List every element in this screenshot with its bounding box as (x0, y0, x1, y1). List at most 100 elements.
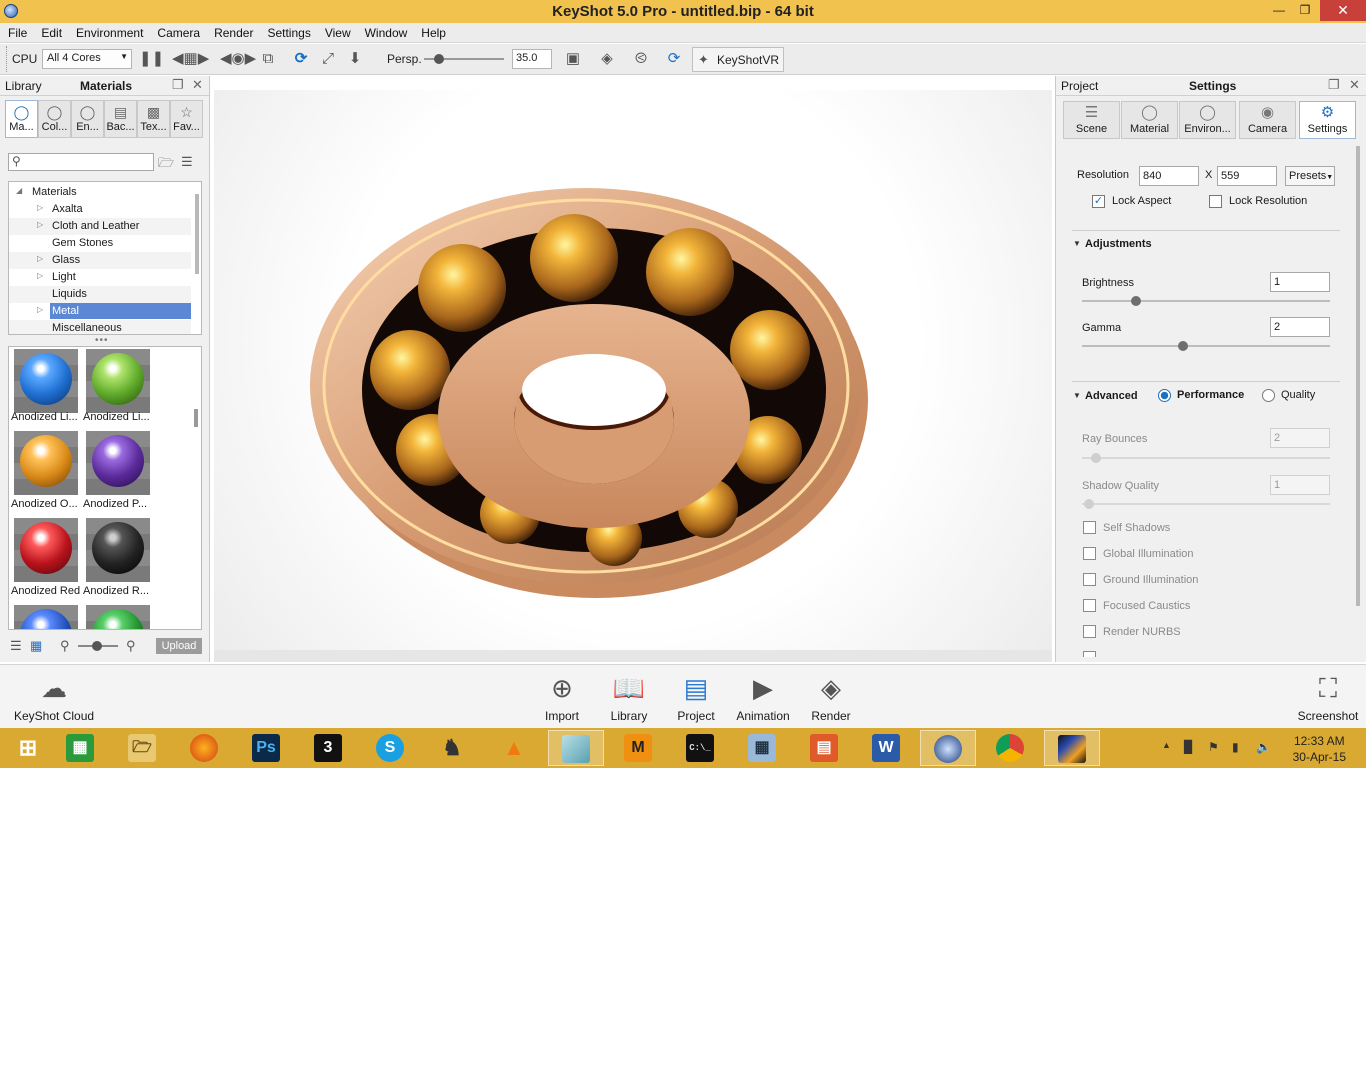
fov-input[interactable]: 35.0 (512, 49, 552, 69)
collapsed-arrow-icon[interactable]: ▷ (37, 271, 43, 280)
expanded-arrow-icon[interactable]: ▼ (1073, 391, 1081, 400)
tray-expand-icon[interactable]: ▲ (1162, 740, 1171, 750)
gamma-slider[interactable] (1082, 345, 1330, 347)
taskbar-photoshop[interactable]: Ps (238, 730, 294, 766)
network-signal-icon[interactable]: ▉ (1184, 740, 1193, 754)
screenshot-button[interactable]: ⛶ Screenshot (1296, 671, 1360, 723)
settings-scrollbar[interactable] (1356, 146, 1360, 606)
tab-settings[interactable]: ⚙ Settings (1299, 101, 1356, 139)
menu-render[interactable]: Render (206, 23, 259, 40)
menu-view[interactable]: View (317, 23, 357, 40)
material-thumbnail[interactable] (86, 431, 150, 495)
taskbar-chrome[interactable] (982, 730, 1038, 766)
material-thumbnail[interactable] (14, 349, 78, 413)
resolution-height-input[interactable]: 559 (1217, 166, 1277, 186)
zoom-in-icon[interactable]: ⚲ (126, 638, 136, 654)
tree-scrollbar[interactable] (195, 194, 199, 274)
taskbar-paint-app[interactable] (1044, 730, 1100, 766)
taskbar-3dsmax[interactable]: 3 (300, 730, 356, 766)
collapsed-arrow-icon[interactable]: ▷ (37, 220, 43, 229)
taskbar-file-explorer[interactable]: 🗁 (114, 730, 170, 766)
resolution-width-input[interactable]: 840 (1139, 166, 1199, 186)
taskbar-notes-app[interactable] (548, 730, 604, 766)
partial-checkbox[interactable] (1083, 651, 1096, 657)
adjustments-header[interactable]: Adjustments (1085, 238, 1152, 250)
global-illumination-checkbox[interactable] (1083, 547, 1096, 560)
fit-to-view-icon[interactable]: ⤢ (319, 50, 337, 68)
advanced-header[interactable]: Advanced (1085, 390, 1138, 402)
tree-item-miscellaneous[interactable]: Miscellaneous (9, 320, 191, 334)
import-button[interactable]: ⊕ Import (535, 671, 589, 723)
menu-camera[interactable]: Camera (149, 23, 206, 40)
lock-aspect-checkbox[interactable]: ✓ (1092, 195, 1105, 208)
search-input[interactable]: ⚲ (8, 153, 154, 171)
minimize-button[interactable]: — (1266, 0, 1292, 21)
upload-button[interactable]: Upload (156, 638, 202, 654)
close-button[interactable]: ✕ (1320, 0, 1366, 21)
collapsed-arrow-icon[interactable]: ▷ (37, 254, 43, 263)
brightness-slider-knob[interactable] (1131, 296, 1141, 306)
tab-backplates[interactable]: ▤ Bac... (104, 100, 137, 138)
shadow-quality-input[interactable]: 1 (1270, 475, 1330, 495)
quality-radio[interactable] (1262, 389, 1275, 402)
material-thumbnail[interactable] (14, 431, 78, 495)
viewport-scrollbar[interactable] (214, 650, 1052, 662)
volume-icon[interactable]: 🔈 (1256, 740, 1271, 754)
keyshot-cloud-button[interactable]: ☁ KeyShot Cloud (14, 671, 94, 723)
taskbar-firefox[interactable] (176, 730, 232, 766)
undock-icon[interactable]: ❐ (1328, 77, 1340, 93)
fov-slider-knob[interactable] (434, 54, 444, 64)
tree-item-gem-stones[interactable]: Gem Stones (9, 235, 191, 252)
battery-icon[interactable]: ▮ (1232, 740, 1239, 754)
tree-item-light[interactable]: ▷ Light (9, 269, 191, 286)
collapsed-arrow-icon[interactable]: ▷ (37, 305, 43, 314)
keyshotvr-button[interactable]: ✦ KeyShotVR (692, 47, 784, 72)
render-viewport[interactable] (214, 90, 1052, 650)
tab-scene[interactable]: ☰ Scene (1063, 101, 1120, 139)
expanded-arrow-icon[interactable]: ◢ (16, 186, 22, 195)
menu-window[interactable]: Window (357, 23, 414, 40)
grid-view-icon[interactable]: ▦ (30, 638, 42, 654)
clipboard-icon[interactable]: ⧉ (259, 50, 277, 68)
ground-illumination-checkbox[interactable] (1083, 573, 1096, 586)
menu-edit[interactable]: Edit (33, 23, 68, 40)
tab-environments[interactable]: ◯ En... (71, 100, 104, 138)
restore-button[interactable]: ❐ (1292, 0, 1318, 21)
menu-settings[interactable]: Settings (259, 23, 316, 40)
thumbnail-scrollbar[interactable] (194, 409, 198, 427)
list-view-icon[interactable]: ☰ (10, 638, 22, 654)
taskbar-chess[interactable]: ♞ (424, 730, 480, 766)
lock-resolution-checkbox[interactable] (1209, 195, 1222, 208)
taskbar-powerpoint[interactable]: ▤ (796, 730, 852, 766)
sync-icon[interactable]: ⟳ (665, 50, 683, 68)
collapsed-arrow-icon[interactable]: ▷ (37, 203, 43, 212)
region-render-icon[interactable]: ▣ (564, 50, 582, 68)
ray-bounces-slider-knob[interactable] (1091, 453, 1101, 463)
menu-environment[interactable]: Environment (68, 23, 149, 40)
tree-item-materials[interactable]: ◢ Materials (9, 184, 191, 201)
splitter-handle-icon[interactable]: ••• (95, 335, 109, 346)
expanded-arrow-icon[interactable]: ▼ (1073, 239, 1081, 248)
render-button[interactable]: ◈ Render (804, 671, 858, 723)
tree-item-liquids[interactable]: Liquids (9, 286, 191, 303)
brightness-input[interactable]: 1 (1270, 272, 1330, 292)
pause-icon[interactable]: ❚❚ (139, 50, 164, 68)
globe-grid-icon[interactable]: ◈ (598, 50, 616, 68)
crop-tool-icon[interactable]: ⧀ (632, 50, 650, 68)
tab-materials[interactable]: ◯ Ma... (5, 100, 38, 138)
cpu-cores-select[interactable]: All 4 Cores ▼ (42, 49, 132, 69)
tab-colors[interactable]: ◯ Col... (38, 100, 71, 138)
refresh-icon[interactable]: ⟳ (292, 50, 310, 68)
taskbar-command-prompt[interactable]: C:\_ (672, 730, 728, 766)
tab-camera[interactable]: ◉ Camera (1239, 101, 1296, 139)
tree-item-metal[interactable]: ▷ Metal (9, 303, 191, 320)
close-icon[interactable]: ✕ (192, 77, 203, 93)
taskbar-skype[interactable]: S (362, 730, 418, 766)
windows-start-button[interactable]: ⊞ (0, 730, 56, 766)
ray-bounces-input[interactable]: 2 (1270, 428, 1330, 448)
material-thumbnail[interactable] (14, 518, 78, 582)
taskbar-word[interactable]: W (858, 730, 914, 766)
performance-radio[interactable] (1158, 389, 1171, 402)
tab-favorites[interactable]: ☆ Fav... (170, 100, 203, 138)
undock-icon[interactable]: ❐ (172, 77, 184, 93)
